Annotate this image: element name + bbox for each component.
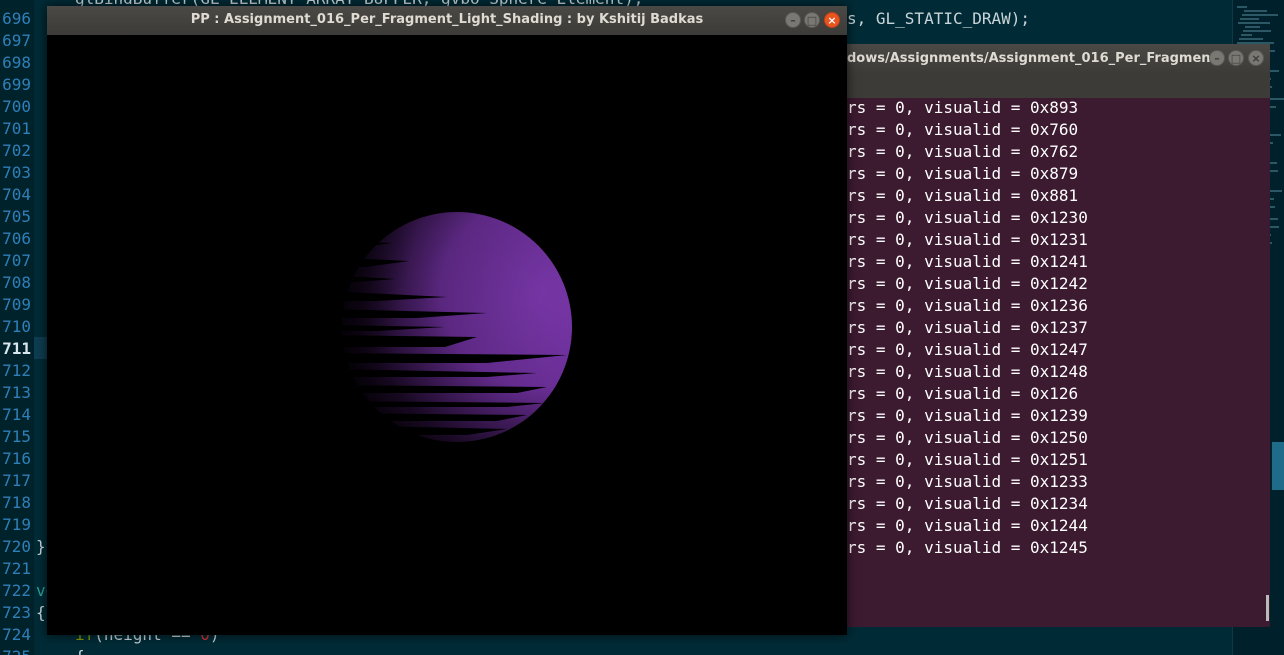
terminal-output-line: rs = 0, visualid = 0x1248	[847, 362, 1088, 381]
minimap-line	[1244, 10, 1267, 12]
line-number: 725	[0, 646, 31, 655]
terminal-output[interactable]: rs = 0, visualid = 0x893 rs = 0, visualid…	[847, 98, 1270, 627]
line-number: 698	[2, 53, 31, 72]
code-line-725: {	[75, 646, 85, 655]
line-number: 724	[2, 625, 31, 644]
terminal-output-line: rs = 0, visualid = 0x762	[847, 142, 1079, 161]
minimap-line	[1245, 26, 1260, 28]
line-number: 712	[2, 361, 31, 380]
minimap-line	[1242, 14, 1278, 16]
gl-window-titlebar[interactable]: PP : Assignment_016_Per_Fragment_Light_S…	[47, 6, 847, 35]
minimap-line	[1243, 30, 1271, 32]
line-number: 713	[2, 383, 31, 402]
opengl-window[interactable]: PP : Assignment_016_Per_Fragment_Light_S…	[47, 6, 847, 635]
terminal-output-line: rs = 0, visualid = 0x1250	[847, 428, 1088, 447]
line-number: 700	[2, 97, 31, 116]
editor-scrollbar-thumb[interactable]	[1272, 442, 1284, 490]
terminal-output-line: rs = 0, visualid = 0x1242	[847, 274, 1088, 293]
line-number: 702	[2, 141, 31, 160]
line-number: 710	[2, 317, 31, 336]
line-number: 703	[2, 163, 31, 182]
line-number: 717	[2, 471, 31, 490]
terminal-output-line: rs = 0, visualid = 0x1236	[847, 296, 1088, 315]
line-number: 721	[2, 559, 31, 578]
terminal-scrollbar[interactable]	[1266, 595, 1269, 621]
gl-window-title: PP : Assignment_016_Per_Fragment_Light_S…	[190, 12, 704, 27]
maximize-icon[interactable]: □	[1228, 50, 1244, 66]
code-line-720: }	[36, 537, 46, 556]
line-number: 701	[2, 119, 31, 138]
terminal-output-line: rs = 0, visualid = 0x1247	[847, 340, 1088, 359]
terminal-output-line: rs = 0, visualid = 0x1230	[847, 208, 1088, 227]
minimap-line	[1239, 38, 1263, 40]
minimap-line	[1241, 34, 1252, 36]
terminal-output-line: rs = 0, visualid = 0x881	[847, 186, 1079, 205]
terminal-output-line: rs = 0, visualid = 0x1239	[847, 406, 1088, 425]
terminal-output-line: rs = 0, visualid = 0x1233	[847, 472, 1088, 491]
line-number: 697	[2, 31, 31, 50]
line-number: 714	[2, 405, 31, 424]
terminal-output-line: rs = 0, visualid = 0x1237	[847, 318, 1088, 337]
line-number: 708	[2, 273, 31, 292]
terminal-output-line: rs = 0, visualid = 0x760	[847, 120, 1079, 139]
line-number: 699	[2, 75, 31, 94]
terminal-output-line: rs = 0, visualid = 0x1231	[847, 230, 1088, 249]
terminal-output-line: rs = 0, visualid = 0x1241	[847, 252, 1088, 271]
terminal-menubar	[847, 74, 1270, 98]
line-number: 706	[2, 229, 31, 248]
line-number: 707	[2, 251, 31, 270]
terminal-output-line: rs = 0, visualid = 0x1245	[847, 538, 1088, 557]
terminal-output-line: rs = 0, visualid = 0x1234	[847, 494, 1088, 513]
line-number: 719	[2, 515, 31, 534]
shaded-sphere	[342, 212, 572, 442]
gl-render-canvas[interactable]	[47, 35, 847, 635]
terminal-title: dows/Assignments/Assignment_016_Per_Frag…	[847, 51, 1217, 66]
terminal-output-line: rs = 0, visualid = 0x879	[847, 164, 1079, 183]
code-line-696-tail: s, GL_STATIC_DRAW);	[847, 9, 1031, 28]
close-icon[interactable]: ×	[1248, 50, 1264, 66]
line-number: 704	[2, 185, 31, 204]
code-line-723: {	[36, 603, 46, 622]
maximize-icon[interactable]: □	[804, 12, 820, 28]
minimap-line	[1240, 18, 1259, 20]
terminal-window[interactable]: dows/Assignments/Assignment_016_Per_Frag…	[847, 44, 1270, 627]
line-number: 718	[2, 493, 31, 512]
line-number: 709	[2, 295, 31, 314]
minimize-icon[interactable]: –	[1209, 50, 1225, 66]
line-number: 711	[2, 339, 31, 358]
line-number: 722	[2, 581, 31, 600]
minimize-icon[interactable]: –	[785, 12, 801, 28]
current-line-highlight	[34, 337, 48, 359]
terminal-output-line: rs = 0, visualid = 0x1251	[847, 450, 1088, 469]
terminal-output-line: rs = 0, visualid = 0x893	[847, 98, 1079, 117]
minimap-line	[1237, 6, 1247, 8]
minimap-line	[1238, 22, 1270, 24]
line-number: 716	[2, 449, 31, 468]
close-icon[interactable]: ×	[824, 12, 840, 28]
line-number: 705	[2, 207, 31, 226]
line-number: 715	[2, 427, 31, 446]
line-number: 723	[2, 603, 31, 622]
terminal-titlebar[interactable]: dows/Assignments/Assignment_016_Per_Frag…	[847, 44, 1270, 74]
line-number: 696	[2, 9, 31, 28]
terminal-output-line: rs = 0, visualid = 0x1244	[847, 516, 1088, 535]
line-number: 720	[2, 537, 31, 556]
terminal-output-line: rs = 0, visualid = 0x126	[847, 384, 1079, 403]
